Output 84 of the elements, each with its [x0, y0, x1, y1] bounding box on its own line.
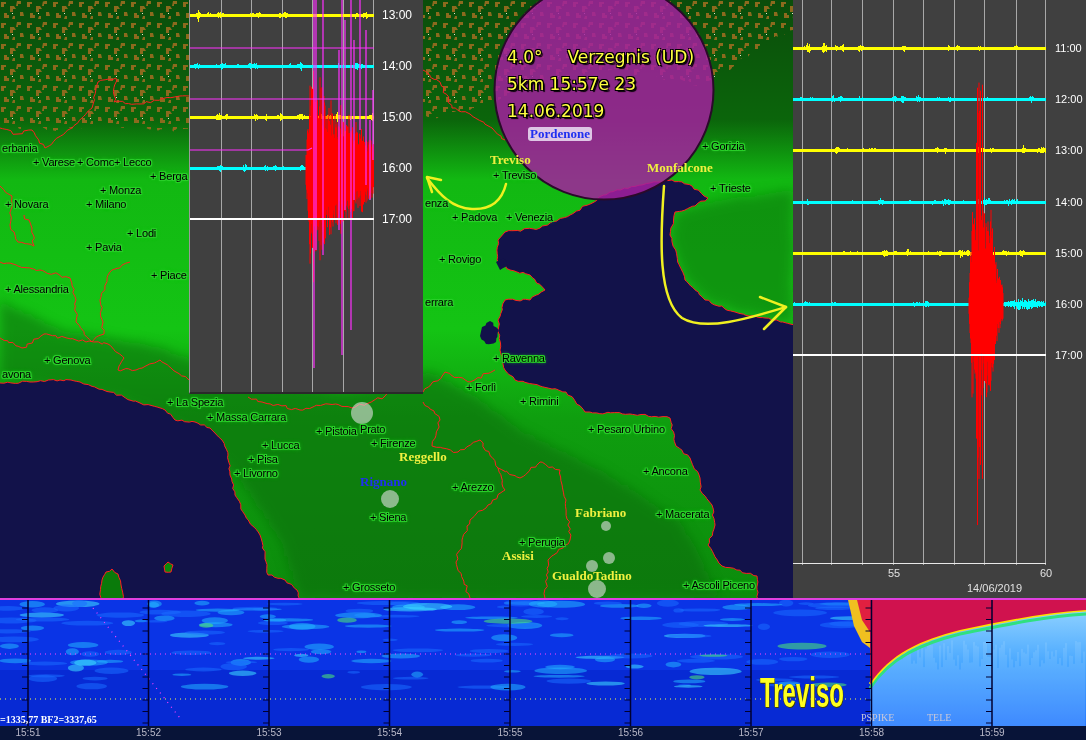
- station-label: Rignano: [360, 475, 407, 489]
- city-label: + Monza: [100, 183, 142, 197]
- city-label: + Rimini: [520, 394, 559, 408]
- event-details-text: 5km 15:57e 23: [507, 72, 637, 96]
- city-label: + Perugia: [519, 535, 565, 549]
- city-label: + Novara: [5, 197, 49, 211]
- city-label: + Massa Carrara: [207, 410, 287, 424]
- event-marker-icon: [601, 521, 611, 531]
- station-label: GualdoTadino: [552, 569, 632, 583]
- event-marker-icon: [351, 402, 373, 424]
- time-tick-label: 15:59: [978, 727, 1006, 739]
- hour-label: 13:00: [382, 8, 413, 22]
- city-label: + Ancona: [643, 464, 688, 478]
- city-label: + Milano: [86, 197, 127, 211]
- axis-tick-label: 60: [1038, 567, 1054, 580]
- station-label: Assisi: [502, 549, 534, 563]
- hour-label: 11:00: [1055, 41, 1082, 55]
- hour-label: 13:00: [1055, 143, 1083, 158]
- city-label: + Livorno: [234, 466, 278, 480]
- event-marker-icon: [381, 490, 399, 508]
- location-text: Verzegnis (UD): [567, 45, 695, 69]
- hour-label: 14:00: [382, 59, 413, 73]
- city-label: + Como: [77, 155, 115, 169]
- city-label: + Ravenna: [493, 351, 545, 365]
- axis-tick-label: 55: [886, 567, 902, 580]
- city-label: + Siena: [370, 510, 407, 524]
- readout-text: =1335,77 BF2=3337,65: [0, 714, 97, 725]
- city-label: + Berga: [150, 169, 188, 183]
- city-label: + Alessandria: [5, 282, 69, 296]
- city-label: + La Spezia: [167, 395, 224, 409]
- time-tick-label: 15:54: [376, 727, 403, 739]
- station-label: Pordenone: [528, 127, 592, 141]
- phase-label: TELE: [927, 712, 952, 724]
- hour-label: 16:00: [382, 161, 413, 175]
- city-label: + Padova: [452, 210, 498, 224]
- hour-label: 14:00: [1055, 194, 1083, 209]
- city-label: + Ascoli Piceno: [683, 578, 755, 592]
- city-label: + Rovigo: [439, 252, 482, 266]
- time-tick-label: 15:58: [858, 727, 885, 739]
- city-label: + Firenze: [371, 436, 416, 450]
- event-marker-icon: [588, 580, 606, 598]
- city-label: + Grosseto: [343, 580, 396, 594]
- city-label: + Lecco: [114, 155, 152, 169]
- city-label: + Varese: [33, 155, 75, 169]
- city-label: + Lodi: [127, 226, 157, 240]
- city-label: Prato: [360, 422, 386, 436]
- city-label: + Arezzo: [452, 480, 494, 494]
- time-tick-label: 15:57: [737, 727, 765, 739]
- event-marker-icon: [586, 560, 598, 572]
- station-label: Fabriano: [575, 506, 627, 520]
- city-label: + Trieste: [710, 181, 751, 195]
- time-tick-label: 15:55: [496, 727, 524, 739]
- city-label: + Lucca: [262, 438, 300, 452]
- city-label: + Venezia: [506, 210, 553, 224]
- hour-label: 17:00: [382, 212, 413, 226]
- city-label: + Piace: [151, 268, 187, 282]
- city-label: + Macerata: [656, 507, 710, 521]
- hour-label: 16:00: [1055, 296, 1083, 311]
- hour-label: 17:00: [1055, 348, 1083, 363]
- hour-label: 15:00: [382, 110, 413, 124]
- city-label: + Gorizia: [702, 139, 745, 153]
- city-label: + Genova: [44, 353, 91, 367]
- city-label: enza: [425, 196, 449, 210]
- station-label: Reggello: [399, 450, 447, 464]
- time-tick-label: 15:56: [617, 727, 644, 739]
- time-tick-label: 15:51: [14, 727, 42, 739]
- station-name: Treviso: [760, 672, 844, 714]
- city-label: erbania: [2, 141, 38, 155]
- city-label: + Pistoia: [316, 424, 357, 438]
- hour-label: 12:00: [1055, 92, 1083, 107]
- time-tick-label: 15:52: [135, 727, 162, 739]
- city-label: + Pisa: [248, 452, 278, 466]
- time-tick-label: 15:53: [255, 727, 283, 739]
- magnitude-text: 4.0°: [507, 45, 543, 69]
- date-label: 14/06/2019: [967, 582, 1023, 595]
- city-label: avona: [2, 367, 31, 381]
- event-marker-icon: [603, 552, 615, 564]
- city-label: + Forlì: [466, 380, 497, 394]
- city-label: + Pavia: [86, 240, 122, 254]
- city-label: + Treviso: [493, 168, 537, 182]
- city-label: errara: [425, 295, 454, 309]
- hour-label: 15:00: [1055, 245, 1083, 260]
- event-date-text: 14.06.2019: [507, 99, 605, 123]
- city-label: + Pesaro Urbino: [588, 422, 665, 436]
